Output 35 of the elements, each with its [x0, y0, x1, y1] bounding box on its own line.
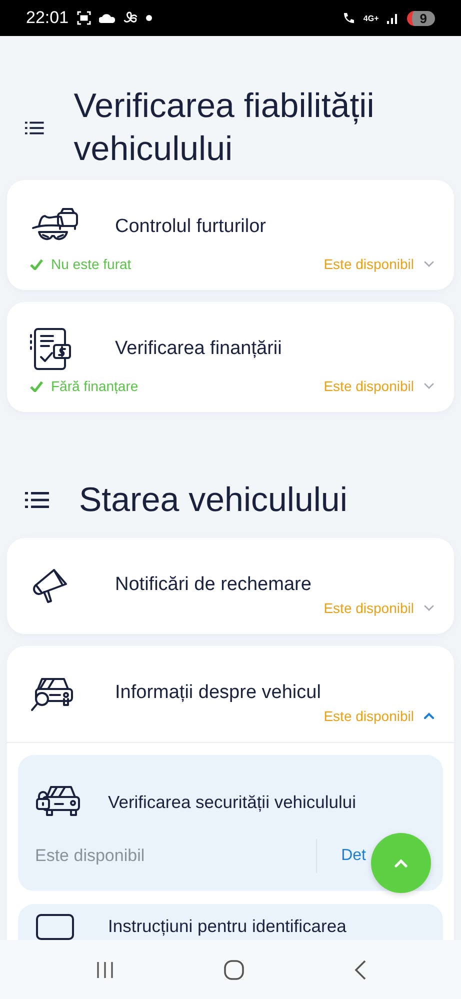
card-title[interactable]: Controlul furturilor	[115, 216, 266, 238]
back-icon[interactable]	[352, 960, 366, 980]
phone-icon	[342, 12, 356, 24]
list-icon[interactable]	[25, 492, 49, 508]
card-title[interactable]: Verificarea finanțării	[115, 338, 282, 360]
section-title: Verificarea fiabilității vehiculului	[74, 86, 376, 170]
chevron-up-icon[interactable]	[424, 712, 434, 720]
availability-status: Este disponibil	[324, 256, 414, 272]
recent-apps-icon[interactable]	[94, 960, 114, 978]
check-icon	[30, 380, 43, 392]
clock: 22:01	[26, 8, 69, 28]
card-title[interactable]: Informații despre vehicul	[115, 682, 321, 704]
availability-status: Este disponibil	[324, 600, 414, 616]
check-icon	[30, 258, 43, 270]
status-text: Nu este furat	[30, 256, 132, 272]
battery-level: 9	[406, 10, 435, 26]
invoice-dollar-icon	[30, 327, 74, 371]
caret-up-icon	[394, 858, 408, 868]
document-icon	[35, 911, 75, 940]
dot-icon	[146, 15, 152, 21]
list-icon[interactable]	[25, 120, 44, 136]
availability-status: Este disponibil	[324, 708, 414, 724]
status-text: Fără finanțare	[30, 378, 138, 394]
cloud-icon	[98, 13, 115, 23]
check-title[interactable]: Verificarea securității vehiculului	[108, 792, 356, 812]
card-title[interactable]: Notificări de rechemare	[115, 574, 312, 596]
availability-status: Este disponibil	[324, 378, 414, 394]
screenshot-icon	[76, 11, 91, 25]
availability-status: Este disponibil	[35, 846, 146, 866]
details-link[interactable]: Det	[341, 847, 366, 865]
home-icon[interactable]	[224, 960, 244, 980]
signal-icon	[386, 12, 399, 24]
section-title: Starea vehiculului	[79, 480, 348, 520]
network-type: 4G+	[363, 14, 379, 22]
fan-icon	[122, 10, 138, 26]
